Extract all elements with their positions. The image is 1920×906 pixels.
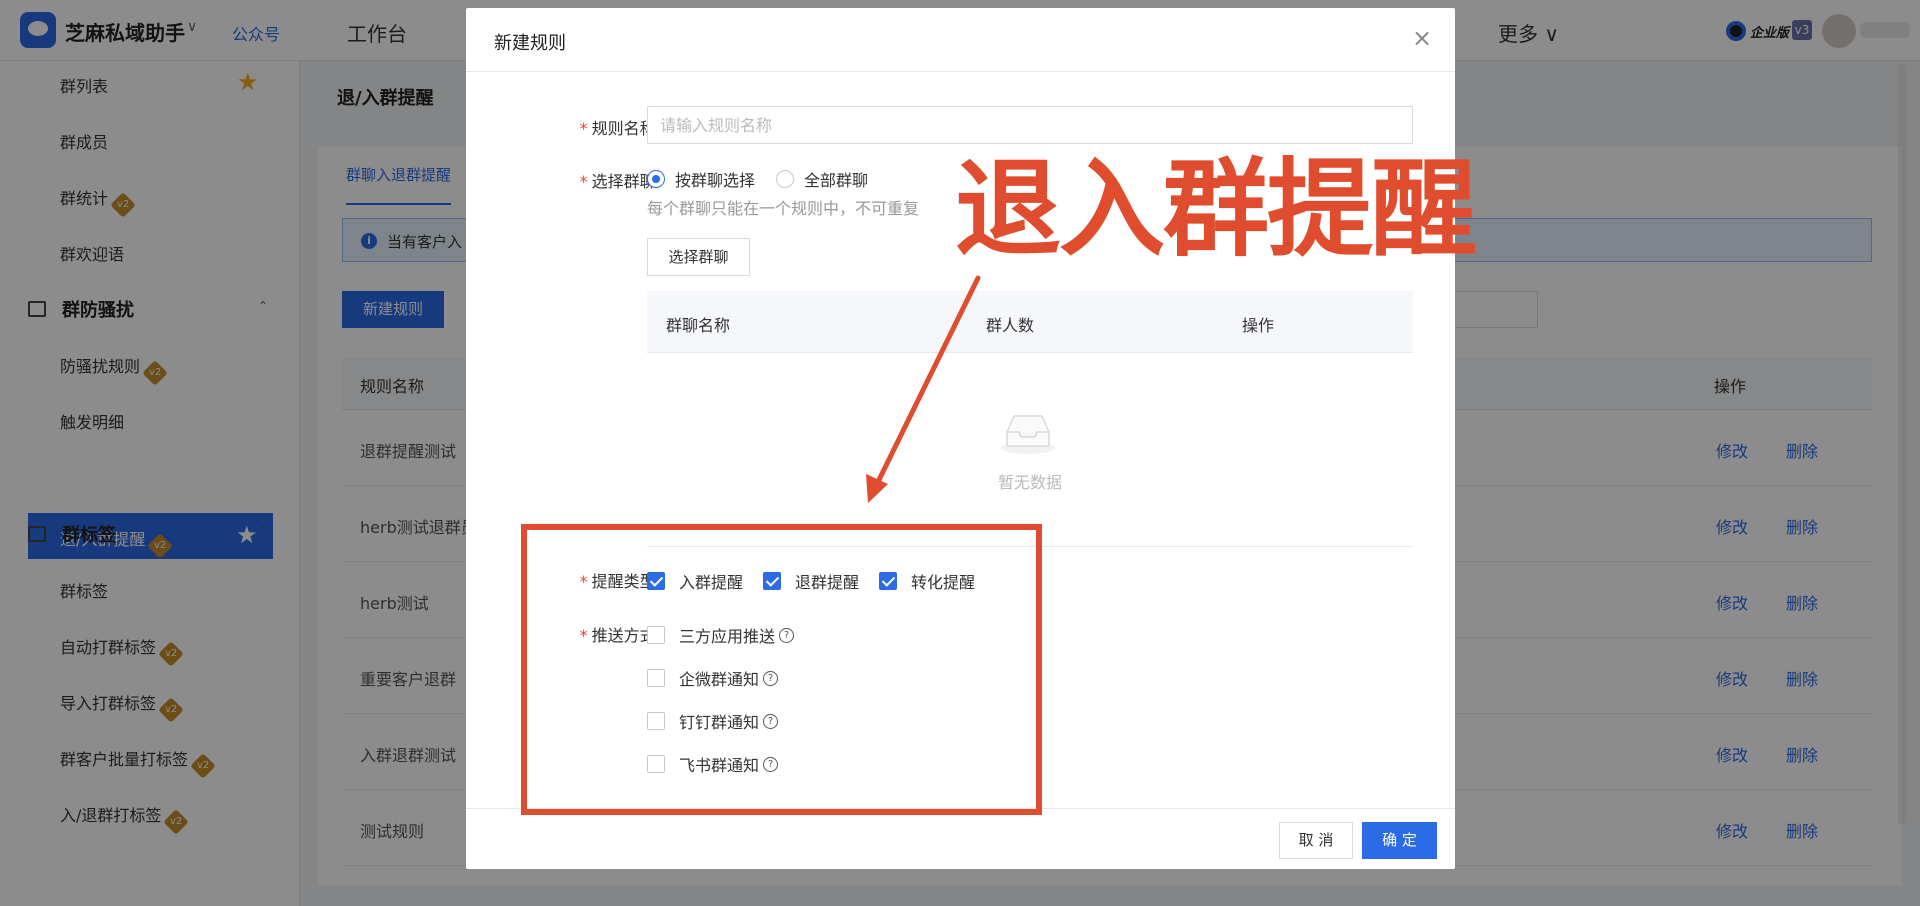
annotation-highlight-box — [521, 524, 1042, 815]
